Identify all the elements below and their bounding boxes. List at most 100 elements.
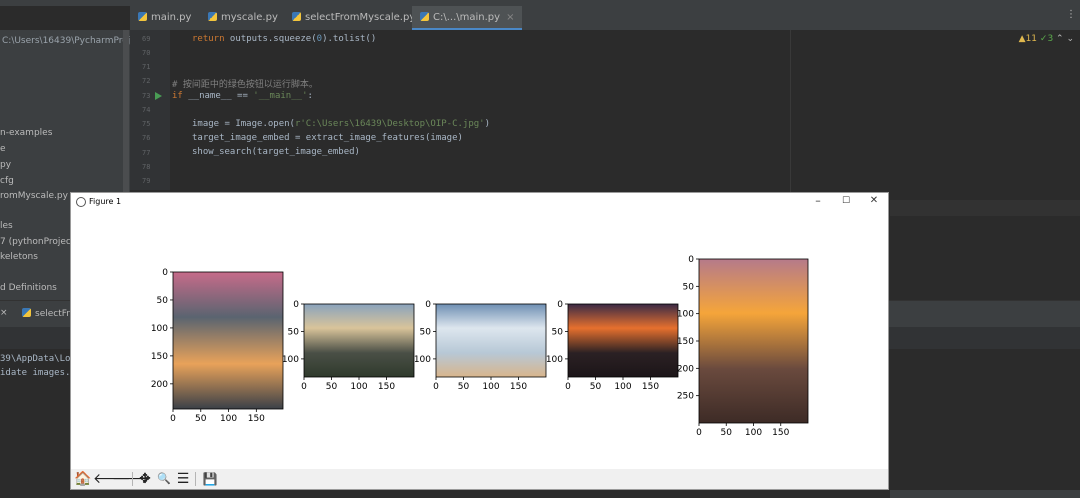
matplotlib-logo-icon: [76, 197, 86, 207]
y-tick-label: 100: [677, 310, 694, 320]
y-tick-label: 100: [546, 355, 563, 365]
code-line: image = Image.open(r'C:\Users\16439\Desk…: [192, 119, 491, 129]
photo-image: [436, 304, 546, 377]
figure-titlebar[interactable]: Figure 1 – ☐ ✕: [71, 193, 888, 211]
tab-label: main.py: [151, 12, 192, 23]
tab-label: selectFromMyscale.py: [305, 12, 416, 23]
line-number: 75: [142, 120, 151, 128]
figure-plots: 0 50 100 150 0 50 100 150 200 0 50 100 150 0 50 100 0 50 1…: [151, 255, 809, 438]
x-tick-label: 0: [433, 382, 439, 392]
y-tick-label: 50: [552, 327, 564, 337]
y-tick-label: 50: [420, 327, 432, 337]
more-icon[interactable]: ⋮: [1066, 10, 1076, 20]
line-number: 74: [142, 106, 151, 114]
pan-icon[interactable]: ✥: [137, 471, 153, 487]
project-item[interactable]: romMyscale.py: [0, 191, 68, 201]
y-tick-label: 100: [151, 324, 168, 334]
editor-strip: [890, 200, 1080, 216]
y-tick-label: 100: [414, 355, 431, 365]
y-tick-label: 250: [677, 392, 694, 402]
toolbar-separator: [132, 472, 133, 486]
home-icon[interactable]: 🏠: [74, 471, 91, 487]
code-editor[interactable]: [170, 30, 790, 190]
figure-toolbar: 🏠 🡐 🡒 ✥ 🔍 ☰ 💾: [71, 469, 888, 489]
console-line: idate images..: [0, 368, 76, 378]
line-gutter: 69 70 71 72 73 74 75 76 77 78 79: [130, 30, 170, 190]
project-item[interactable]: e: [0, 144, 6, 154]
y-tick-label: 0: [293, 300, 299, 310]
project-item[interactable]: py: [0, 160, 11, 170]
inspection-widget[interactable]: ▲11 ✓3 ⌃ ⌄: [1019, 34, 1074, 44]
photo-image: [304, 304, 414, 377]
zoom-icon[interactable]: 🔍: [156, 471, 172, 487]
toolbar-separator: [195, 472, 196, 486]
run-icon[interactable]: [155, 92, 162, 100]
x-tick-label: 150: [248, 414, 265, 424]
project-item[interactable]: n-examples: [0, 128, 52, 138]
photo-image: [173, 272, 283, 409]
subplot-4: 0 50 100 150 0 50 100: [546, 300, 679, 392]
subplot-3: 0 50 100 150 0 50 100: [414, 300, 547, 392]
minimize-button[interactable]: –: [809, 194, 827, 207]
photo-image: [568, 304, 678, 377]
x-tick-label: 50: [458, 382, 470, 392]
x-tick-label: 0: [301, 382, 307, 392]
project-item[interactable]: keletons: [0, 252, 38, 262]
tab-active-main-py[interactable]: C:\...\main.py ×: [412, 6, 523, 30]
forward-icon[interactable]: 🡒: [112, 471, 150, 487]
configure-subplots-icon[interactable]: ☰: [175, 471, 191, 487]
tab-selectfrommyscale-py[interactable]: selectFromMyscale.py: [292, 6, 415, 30]
python-file-icon: [292, 12, 301, 21]
y-tick-label: 200: [677, 364, 694, 374]
x-tick-label: 50: [326, 382, 338, 392]
close-button[interactable]: ✕: [865, 195, 883, 206]
x-tick-label: 100: [220, 414, 237, 424]
project-item[interactable]: cfg: [0, 176, 14, 186]
project-item[interactable]: 7 (pythonProject): [0, 237, 78, 247]
line-number: 79: [142, 177, 151, 185]
chevron-nav-icon[interactable]: ⌃ ⌄: [1056, 34, 1074, 44]
tab-main-py[interactable]: main.py: [138, 6, 191, 30]
x-tick-label: 150: [378, 382, 395, 392]
line-number: 70: [142, 49, 151, 57]
project-item[interactable]: d Definitions: [0, 283, 57, 293]
figure-window: Figure 1 – ☐ ✕ 0 50 100 150 0 50 100 150 200 0 50 1…: [70, 192, 889, 490]
line-number: 71: [142, 63, 151, 71]
warning-icon: ▲: [1018, 34, 1026, 44]
x-tick-label: 50: [590, 382, 602, 392]
x-tick-label: 100: [745, 428, 762, 438]
status-strip: [890, 490, 1080, 498]
line-number: 69: [142, 35, 151, 43]
x-tick-label: 0: [565, 382, 571, 392]
maximize-button[interactable]: ☐: [837, 196, 855, 206]
code-line: return outputs.squeeze(0).tolist(): [192, 34, 377, 44]
figure-title: Figure 1: [89, 197, 122, 206]
console-line: 39\AppData\Loc: [0, 354, 76, 364]
close-icon[interactable]: ×: [0, 308, 8, 318]
line-number: 78: [142, 163, 151, 171]
y-tick-label: 150: [151, 352, 168, 362]
subplot-2: 0 50 100 150 0 50 100: [282, 300, 415, 392]
project-item[interactable]: les: [0, 221, 13, 231]
back-icon[interactable]: 🡐: [93, 471, 131, 487]
tab-myscale-py[interactable]: myscale.py: [208, 6, 278, 30]
line-number: 73: [142, 92, 151, 100]
y-tick-label: 50: [288, 327, 300, 337]
x-tick-label: 50: [195, 414, 207, 424]
x-tick-label: 100: [350, 382, 367, 392]
run-tab[interactable]: selectFro: [22, 308, 75, 319]
close-icon[interactable]: ×: [506, 12, 514, 23]
save-icon[interactable]: 💾: [202, 471, 218, 487]
y-tick-label: 50: [157, 296, 169, 306]
x-tick-label: 100: [614, 382, 631, 392]
y-tick-label: 100: [282, 355, 299, 365]
ok-count: 3: [1047, 34, 1054, 44]
python-file-icon: [420, 12, 429, 21]
line-number: 72: [142, 77, 151, 85]
subplot-5: 0 50 100 150 0 50 100 150 200 250: [677, 255, 809, 438]
y-tick-label: 0: [557, 300, 563, 310]
photo-image: [699, 259, 808, 423]
code-line: show_search(target_image_embed): [192, 147, 360, 157]
x-tick-label: 0: [696, 428, 702, 438]
figure-canvas[interactable]: 0 50 100 150 0 50 100 150 200 0 50 100 150 0 50 100 0 50 1…: [71, 211, 888, 469]
